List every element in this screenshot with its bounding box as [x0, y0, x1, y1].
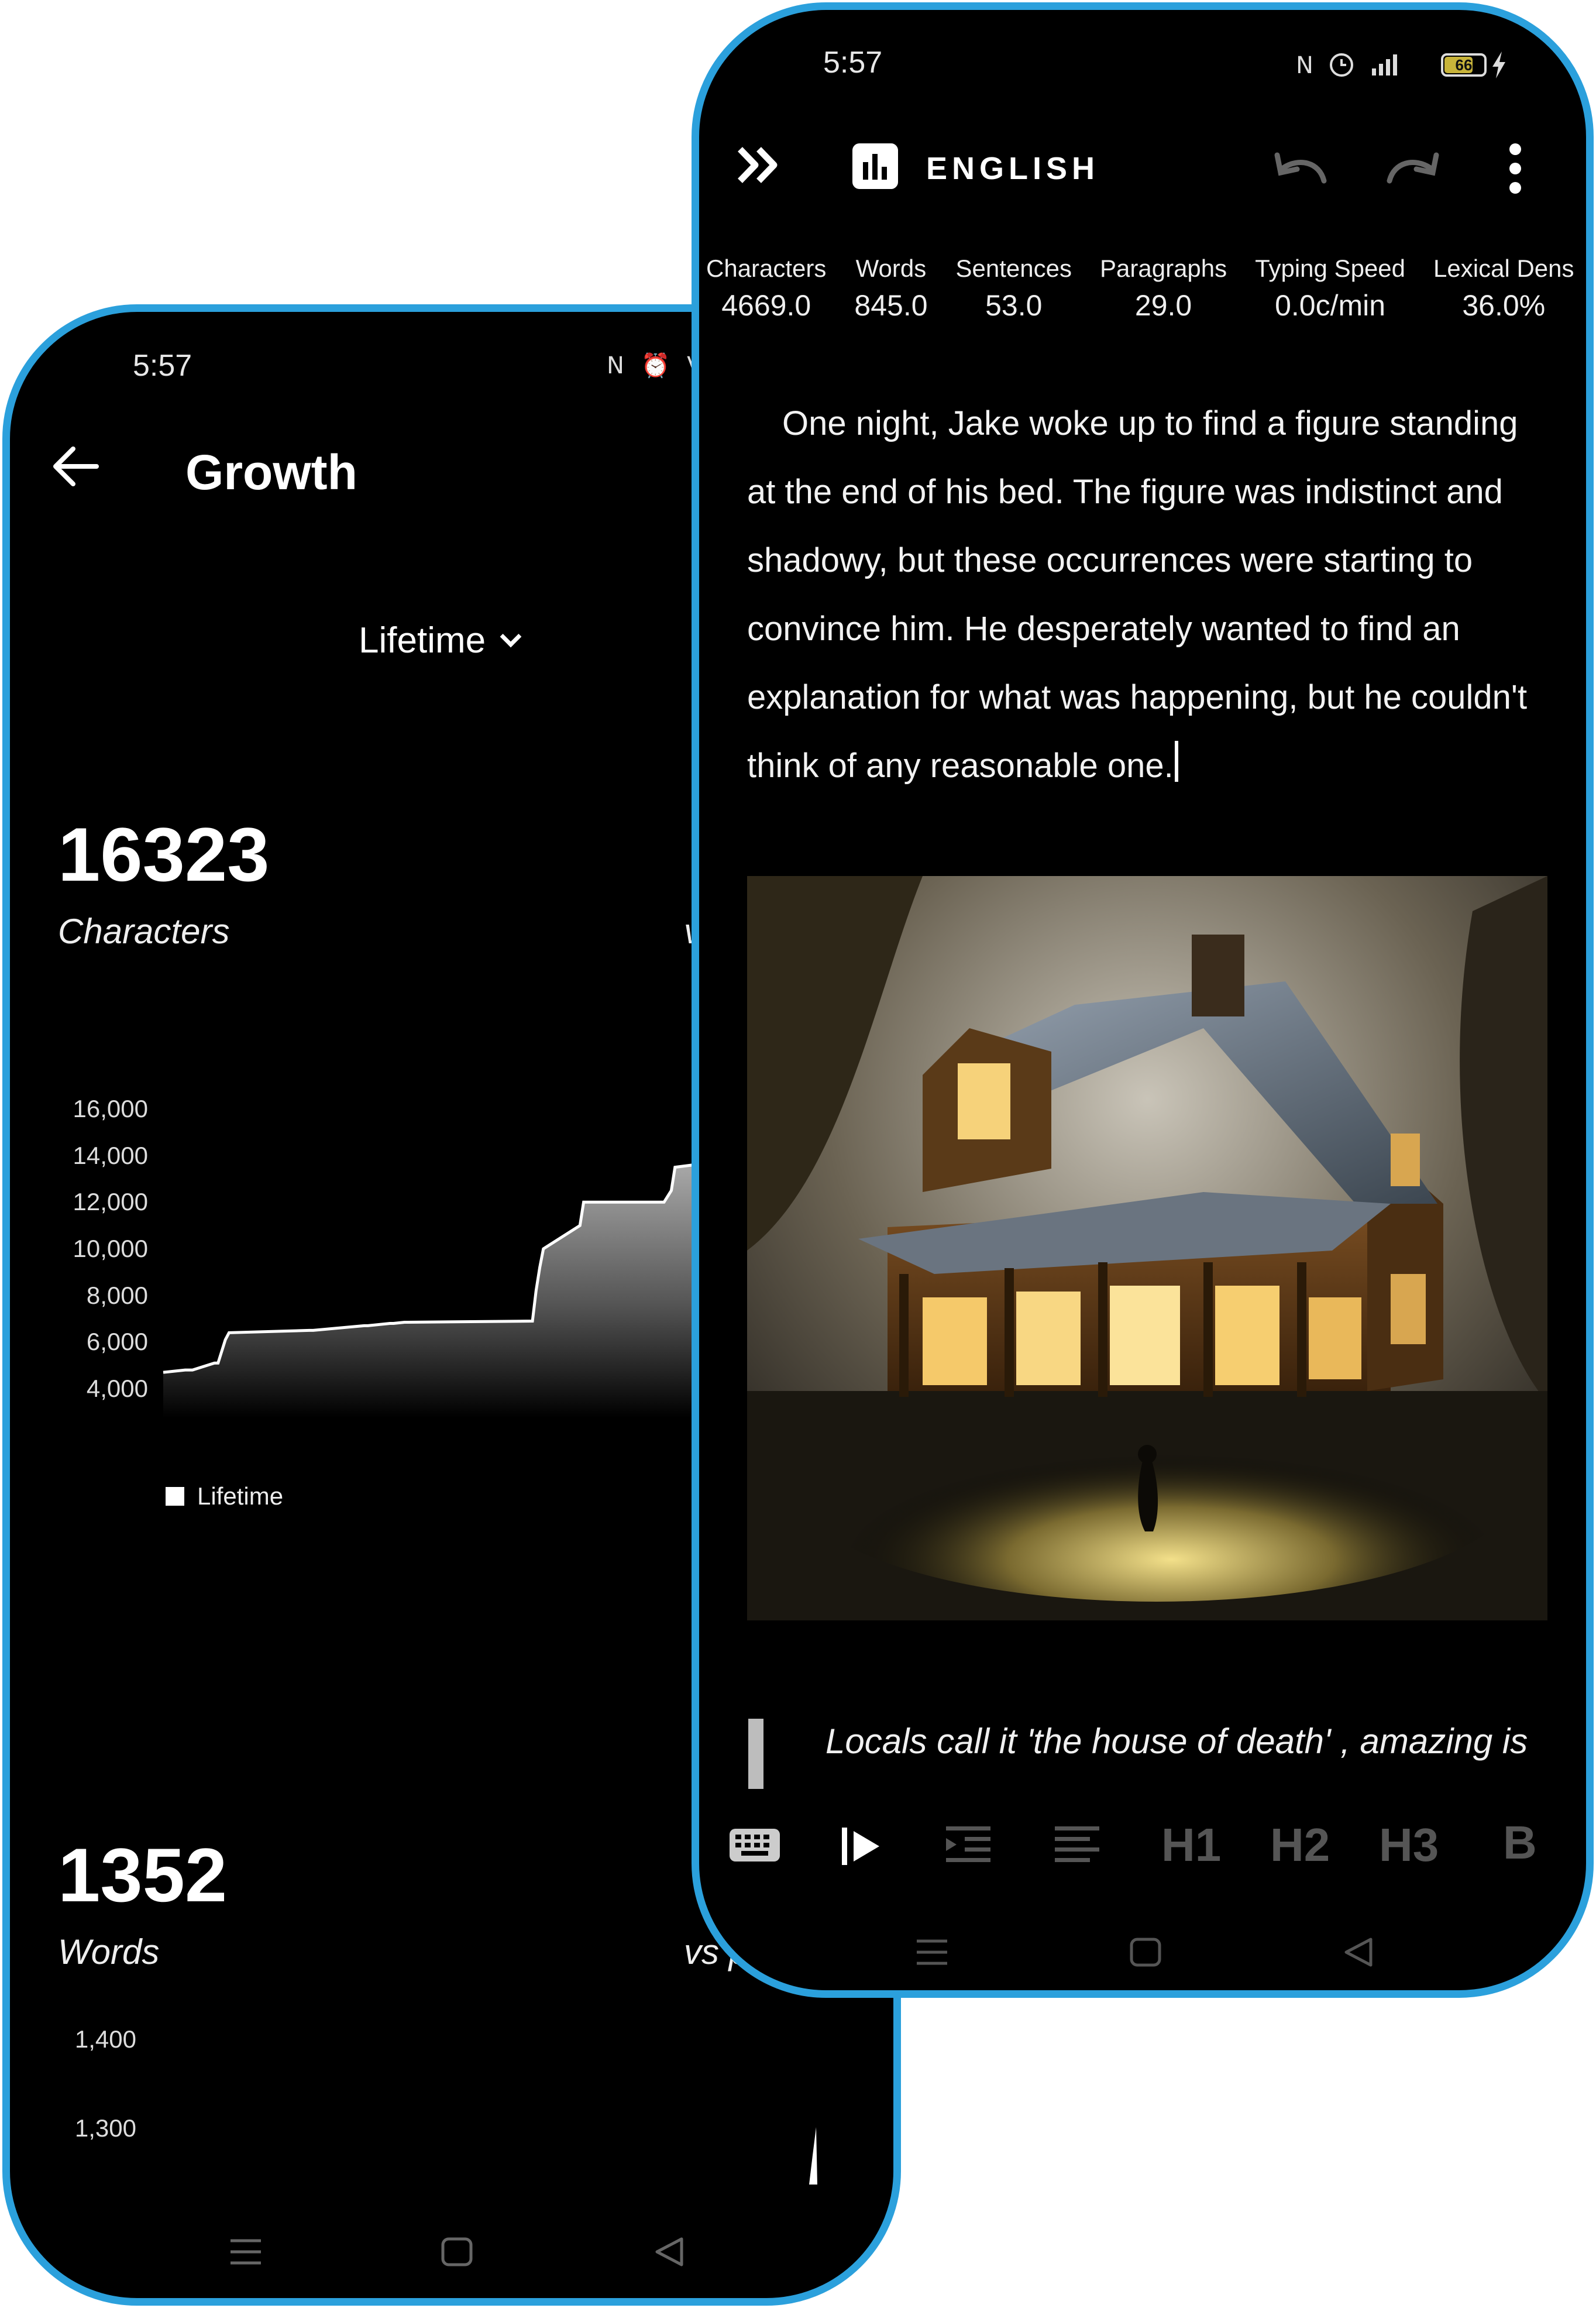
- stat-typing-speed: Typing Speed 0.0c/min: [1255, 255, 1405, 322]
- svg-text:N: N: [1296, 52, 1313, 79]
- keyboard-icon[interactable]: [728, 1826, 781, 1867]
- signal-icons: N: [1296, 52, 1397, 79]
- stat-label: Sentences: [955, 255, 1072, 282]
- characters-count: 16323: [58, 812, 270, 897]
- stat-value: 4669.0: [721, 289, 811, 322]
- indent-icon[interactable]: [944, 1823, 993, 1873]
- heading-2-button[interactable]: H2: [1270, 1818, 1330, 1872]
- stat-label: Lexical Dens: [1433, 255, 1574, 282]
- quote-bar: [748, 1719, 763, 1789]
- period-label: Lifetime: [359, 620, 486, 661]
- stat-sentences: Sentences 53.0: [956, 255, 1072, 322]
- heading-1-button[interactable]: H1: [1161, 1818, 1221, 1872]
- status-icons: N 66: [1296, 47, 1508, 83]
- battery-icon: 66: [1441, 53, 1487, 77]
- legend-label: Lifetime: [197, 1482, 284, 1510]
- menu-icon[interactable]: [229, 2237, 262, 2269]
- status-time: 5:57: [133, 349, 192, 383]
- chevron-down-icon: [500, 626, 522, 648]
- home-icon[interactable]: [441, 2237, 473, 2269]
- play-icon[interactable]: [838, 1823, 885, 1873]
- language-label[interactable]: ENGLISH: [926, 150, 1099, 187]
- chart-legend: Lifetime: [166, 1482, 283, 1510]
- bold-button[interactable]: B: [1503, 1816, 1537, 1870]
- stat-label: Typing Speed: [1255, 255, 1406, 282]
- stat-value: 845.0: [854, 289, 928, 322]
- image-caption[interactable]: Locals call it 'the house of death' , am…: [825, 1721, 1528, 1761]
- stat-value: 29.0: [1134, 289, 1192, 322]
- words-area-chart: [809, 2127, 817, 2185]
- undo-icon[interactable]: [1272, 148, 1329, 188]
- paragraph-text: One night, Jake woke up to find a figure…: [747, 404, 1528, 785]
- stat-label: Characters: [706, 255, 827, 282]
- page-title: Growth: [185, 445, 357, 500]
- period-selector[interactable]: Lifetime: [359, 620, 522, 661]
- align-icon[interactable]: [1052, 1823, 1102, 1873]
- stat-value: 36.0%: [1462, 289, 1546, 322]
- charging-icon: [1492, 51, 1505, 78]
- stat-characters: Characters 4669.0: [706, 255, 826, 322]
- house-illustration[interactable]: [747, 876, 1547, 1620]
- chart-icon[interactable]: [852, 143, 898, 192]
- stat-value: 0.0c/min: [1275, 289, 1386, 322]
- story-paragraph[interactable]: One night, Jake woke up to find a figure…: [747, 389, 1554, 800]
- back-arrow-icon[interactable]: [51, 442, 100, 499]
- editor-phone: 5:57 N 66 ENGLISH Characters 4669.0 Words 8…: [692, 2, 1594, 1998]
- back-icon[interactable]: [653, 2237, 685, 2269]
- words-series-line: [809, 2127, 817, 2185]
- words-count: 1352: [58, 1832, 228, 1918]
- back-icon[interactable]: [1343, 1938, 1374, 1970]
- stat-label: Words: [855, 255, 927, 282]
- stat-paragraphs: Paragraphs 29.0: [1100, 255, 1227, 322]
- stat-label: Paragraphs: [1100, 255, 1227, 282]
- stat-lexical-dens: Lexical Dens 36.0%: [1433, 255, 1574, 322]
- more-vertical-icon[interactable]: [1506, 142, 1524, 198]
- stat-value: 53.0: [985, 289, 1043, 322]
- status-time: 5:57: [823, 46, 883, 80]
- stats-row: Characters 4669.0 Words 845.0 Sentences 53.0 P…: [706, 255, 1586, 322]
- stat-words: Words 845.0: [854, 255, 927, 322]
- menu-icon[interactable]: [916, 1938, 948, 1970]
- words-label: Words: [58, 1932, 160, 1972]
- heading-3-button[interactable]: H3: [1379, 1818, 1439, 1872]
- battery-level: 66: [1455, 56, 1473, 74]
- words-chart: 1,400 1,300: [10, 1997, 893, 2208]
- characters-label: Characters: [58, 912, 230, 951]
- legend-swatch: [166, 1487, 184, 1506]
- home-icon[interactable]: [1130, 1938, 1161, 1970]
- double-chevron-icon[interactable]: [735, 145, 782, 188]
- text-cursor: [1174, 741, 1178, 782]
- redo-icon[interactable]: [1385, 148, 1441, 188]
